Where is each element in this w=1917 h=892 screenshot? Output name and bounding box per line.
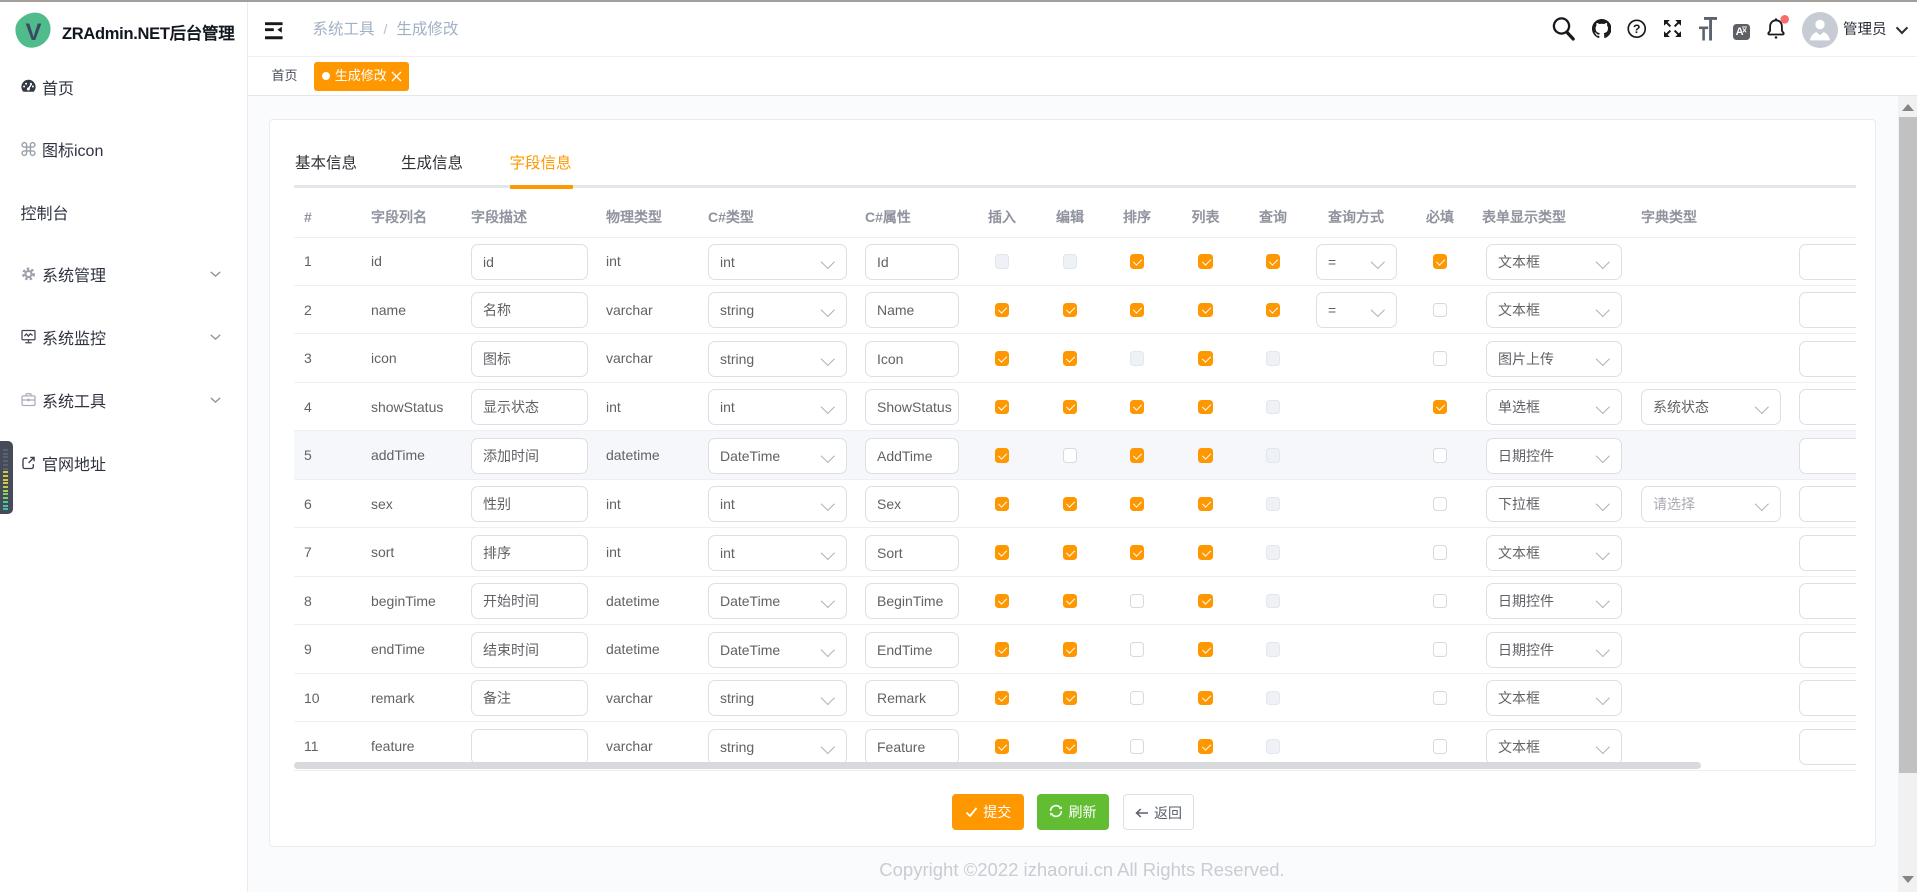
svg-text:?: ?	[1633, 22, 1640, 36]
svg-text:V: V	[25, 19, 41, 46]
